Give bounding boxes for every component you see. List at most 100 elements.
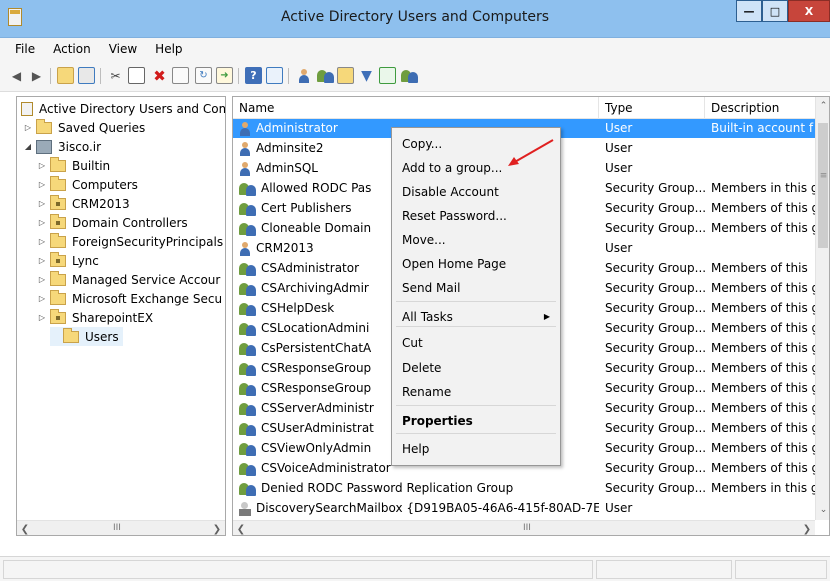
new-user-icon[interactable] bbox=[295, 67, 312, 84]
ou-folder-icon bbox=[50, 251, 66, 267]
find-icon[interactable] bbox=[379, 67, 396, 84]
add-to-group-icon[interactable] bbox=[400, 67, 418, 84]
row-name-text: CSServerAdministr bbox=[261, 401, 374, 415]
context-menu-item[interactable]: Open Home Page bbox=[392, 253, 560, 275]
expand-arrow-icon[interactable]: ▷ bbox=[37, 313, 47, 322]
column-header-type[interactable]: Type bbox=[599, 97, 705, 119]
delete-icon[interactable]: ✖ bbox=[151, 67, 168, 85]
cell-description: Members of this g bbox=[711, 361, 815, 375]
menu-help[interactable]: Help bbox=[146, 42, 191, 56]
folder-icon bbox=[50, 270, 66, 286]
list-horizontal-scrollbar[interactable]: ❮ III ❯ bbox=[233, 520, 815, 535]
tree-item-foreign-security-principals[interactable]: ▷ ForeignSecurityPrincipals bbox=[37, 232, 223, 251]
expand-arrow-icon[interactable]: ▷ bbox=[37, 161, 47, 170]
toolbar-separator bbox=[50, 68, 51, 84]
cell-description: Members of this g bbox=[711, 441, 815, 455]
tree-item-label: ForeignSecurityPrincipals bbox=[72, 234, 224, 249]
menu-file[interactable]: File bbox=[6, 42, 44, 56]
scroll-left-icon[interactable]: ❮ bbox=[17, 521, 33, 535]
cell-type: Security Group... bbox=[605, 221, 707, 235]
new-group-icon[interactable] bbox=[316, 67, 334, 84]
menu-action[interactable]: Action bbox=[44, 42, 100, 56]
expand-arrow-icon[interactable]: ▷ bbox=[37, 237, 47, 246]
list-vertical-scrollbar[interactable]: ⌃ ≡ ⌄ bbox=[815, 97, 829, 520]
copy-icon[interactable] bbox=[128, 67, 145, 84]
tree-item-microsoft-exchange-security[interactable]: ▷ Microsoft Exchange Secu bbox=[37, 289, 222, 308]
collapse-arrow-icon[interactable]: ◢ bbox=[23, 142, 33, 151]
close-button[interactable]: X bbox=[788, 0, 830, 22]
scroll-right-icon[interactable]: ❯ bbox=[209, 521, 225, 535]
tree-item-users[interactable]: Users bbox=[50, 327, 123, 346]
cell-description: Members of this g bbox=[711, 301, 815, 315]
tree-item-builtin[interactable]: ▷ Builtin bbox=[37, 156, 110, 175]
context-menu-item[interactable]: Help bbox=[392, 438, 560, 460]
security-group-icon bbox=[239, 442, 257, 456]
context-menu-item[interactable]: Cut bbox=[392, 332, 560, 354]
security-group-icon bbox=[239, 322, 257, 336]
filter-icon[interactable]: ▼ bbox=[358, 67, 375, 84]
tree-item-domain-controllers[interactable]: ▷ Domain Controllers bbox=[37, 213, 188, 232]
expand-arrow-icon[interactable]: ▷ bbox=[37, 275, 47, 284]
column-header-name[interactable]: Name bbox=[233, 97, 599, 119]
expand-arrow-icon[interactable]: ▷ bbox=[37, 199, 47, 208]
tree-item-managed-service-accounts[interactable]: ▷ Managed Service Accour bbox=[37, 270, 220, 289]
tree-root[interactable]: Active Directory Users and Com bbox=[21, 99, 225, 118]
scroll-grip[interactable]: III bbox=[523, 523, 531, 533]
maximize-button[interactable]: □ bbox=[762, 0, 788, 22]
menu-view[interactable]: View bbox=[100, 42, 146, 56]
context-menu-item[interactable]: Delete bbox=[392, 357, 560, 379]
scroll-grip[interactable]: III bbox=[113, 523, 121, 533]
tree-item-domain[interactable]: ◢ 3isco.ir bbox=[23, 137, 101, 156]
context-menu-item[interactable]: Properties bbox=[392, 410, 560, 432]
scroll-down-icon[interactable]: ⌄ bbox=[816, 505, 829, 515]
export-list-icon[interactable]: ➜ bbox=[216, 67, 233, 84]
refresh-icon[interactable]: ↻ bbox=[195, 67, 212, 84]
tree-item-saved-queries[interactable]: ▷ Saved Queries bbox=[23, 118, 145, 137]
scroll-up-icon[interactable]: ⌃ bbox=[816, 101, 829, 111]
table-row[interactable]: DiscoverySearchMailbox {D919BA05-46A6-41… bbox=[233, 499, 815, 518]
context-menu[interactable]: Copy... Add to a group... Disable Account R… bbox=[391, 127, 561, 466]
console-tree[interactable]: Active Directory Users and Com ▷ Saved Q… bbox=[16, 96, 226, 536]
expand-arrow-icon[interactable]: ▷ bbox=[37, 294, 47, 303]
tree-horizontal-scrollbar[interactable]: ❮ III ❯ bbox=[17, 520, 225, 535]
minimize-button[interactable]: — bbox=[736, 0, 762, 22]
tree-item-sharepointex[interactable]: ▷ SharepointEX bbox=[37, 308, 153, 327]
show-console-tree-icon[interactable] bbox=[78, 67, 95, 84]
scroll-left-icon[interactable]: ❮ bbox=[233, 521, 249, 535]
cell-type: User bbox=[605, 161, 633, 175]
forward-arrow-icon[interactable]: ▶ bbox=[28, 67, 45, 84]
context-menu-item-label: Move... bbox=[402, 233, 446, 247]
scroll-right-icon[interactable]: ❯ bbox=[799, 521, 815, 535]
up-folder-icon[interactable] bbox=[57, 67, 74, 84]
context-menu-item-label: Send Mail bbox=[402, 281, 461, 295]
tree-item-computers[interactable]: ▷ Computers bbox=[37, 175, 138, 194]
cell-type: User bbox=[605, 121, 633, 135]
title-bar[interactable]: Active Directory Users and Computers — □… bbox=[0, 0, 830, 38]
context-menu-item[interactable]: Disable Account bbox=[392, 181, 560, 203]
properties-icon[interactable] bbox=[172, 67, 189, 84]
expand-arrow-icon[interactable]: ▷ bbox=[37, 218, 47, 227]
row-name-text: CsPersistentChatA bbox=[261, 341, 372, 355]
tree-item-crm2013[interactable]: ▷ CRM2013 bbox=[37, 194, 130, 213]
tree-item-lync[interactable]: ▷ Lync bbox=[37, 251, 99, 270]
expand-arrow-icon[interactable]: ▷ bbox=[23, 123, 33, 132]
help-icon[interactable]: ? bbox=[245, 67, 262, 84]
action-pane-icon[interactable] bbox=[266, 67, 283, 84]
context-menu-item[interactable]: Move... bbox=[392, 229, 560, 251]
context-menu-item[interactable]: All Tasks ▶ bbox=[392, 306, 560, 328]
context-menu-item[interactable]: Rename bbox=[392, 381, 560, 403]
cut-icon[interactable]: ✂ bbox=[107, 67, 124, 84]
back-arrow-icon[interactable]: ◀ bbox=[8, 67, 25, 84]
expand-arrow-icon[interactable]: ▷ bbox=[37, 256, 47, 265]
new-ou-icon[interactable] bbox=[337, 67, 354, 84]
column-header-description[interactable]: Description bbox=[705, 97, 815, 119]
table-row[interactable]: Denied RODC Password Replication Group Se… bbox=[233, 479, 815, 498]
context-menu-item[interactable]: Reset Password... bbox=[392, 205, 560, 227]
cell-type: Security Group... bbox=[605, 481, 707, 495]
list-header: Name Type Description bbox=[233, 97, 815, 119]
cell-description: Members of this g bbox=[711, 221, 815, 235]
scroll-thumb[interactable] bbox=[818, 123, 828, 248]
row-name-text: CSResponseGroup bbox=[261, 381, 372, 395]
context-menu-item[interactable]: Send Mail bbox=[392, 277, 560, 299]
expand-arrow-icon[interactable]: ▷ bbox=[37, 180, 47, 189]
